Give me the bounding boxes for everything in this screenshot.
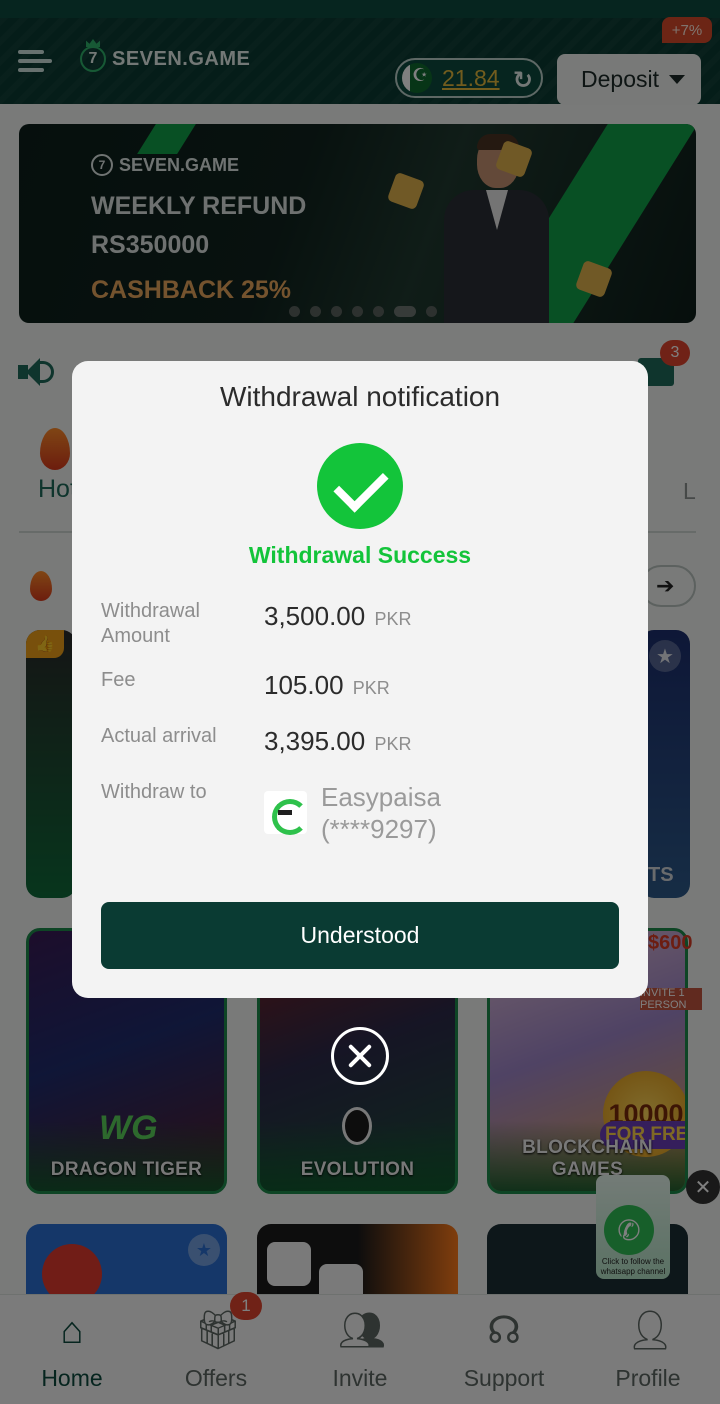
dialog-title: Withdrawal notification: [219, 381, 501, 412]
understood-button[interactable]: Understood: [101, 902, 619, 969]
withdrawal-notification-dialog: Withdrawal notification Withdrawal Succe…: [72, 361, 648, 998]
actual-arrival-label: Actual arrival: [101, 725, 217, 747]
check-circle-icon: [317, 443, 403, 529]
actual-arrival-value: 3,395.00 PKR: [264, 726, 411, 757]
fee-label: Fee: [101, 669, 136, 691]
amount-number: 105.00: [264, 670, 344, 700]
withdrawal-status: Withdrawal Success: [248, 542, 472, 568]
close-icon[interactable]: [331, 1027, 389, 1085]
withdraw-to-label: Withdraw to: [101, 781, 207, 803]
fee-value: 105.00 PKR: [264, 670, 390, 701]
amount-number: 3,500.00: [264, 601, 366, 631]
method-account: (****9297): [321, 814, 437, 844]
currency-unit: PKR: [374, 734, 412, 754]
withdrawal-amount-value: 3,500.00 PKR: [264, 601, 411, 632]
method-name: Easypaisa: [321, 782, 441, 812]
amount-number: 3,395.00: [264, 726, 366, 756]
easypaisa-logo-icon: [264, 791, 308, 835]
currency-unit: PKR: [352, 678, 390, 698]
withdrawal-amount-label: Withdrawal Amount: [101, 600, 200, 647]
currency-unit: PKR: [374, 609, 412, 629]
withdraw-method: Easypaisa (****9297): [321, 781, 441, 845]
